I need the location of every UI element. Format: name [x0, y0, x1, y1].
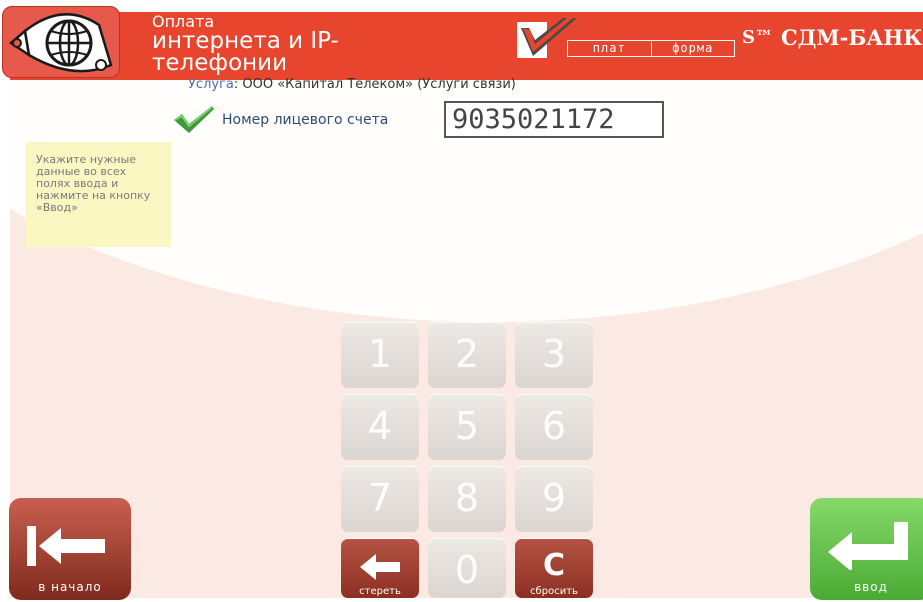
platforma-logo-text: плат форма — [567, 40, 735, 57]
page-title-line3: телефонии — [152, 50, 288, 76]
enter-button-label: ввод — [854, 580, 888, 594]
backspace-label: стереть — [359, 586, 401, 597]
account-number-label: Номер лицевого счета — [222, 112, 389, 128]
keypad-key-1[interactable]: 1 — [341, 322, 419, 388]
logo-word-right: форма — [672, 41, 714, 55]
back-to-start-icon — [27, 526, 105, 566]
page-title: Оплата интернета и IP- телефонии — [152, 14, 422, 84]
backspace-button[interactable]: стереть — [341, 538, 419, 598]
keypad-key-2[interactable]: 2 — [428, 322, 506, 388]
keypad-key-8[interactable]: 8 — [428, 466, 506, 532]
arrow-left-icon — [360, 554, 400, 580]
clear-symbol: C — [542, 548, 566, 583]
keypad-key-5[interactable]: 5 — [428, 394, 506, 460]
keypad-key-4[interactable]: 4 — [341, 394, 419, 460]
globe-icon — [8, 13, 113, 73]
home-button-label: в начало — [38, 580, 102, 594]
page-title-line2: интернета и IP- — [152, 28, 339, 54]
bank-logo: S™ СДМ-БАНК — [742, 25, 922, 50]
keypad-key-7[interactable]: 7 — [341, 466, 419, 532]
clear-label: сбросить — [530, 586, 578, 597]
logo-word-left: плат — [568, 41, 652, 56]
service-label: Услуга — [188, 77, 234, 92]
service-info: Услуга: ООО «Капитал Телеком» (Услуги св… — [188, 77, 516, 92]
keypad-key-6[interactable]: 6 — [515, 394, 593, 460]
enter-arrow-icon — [828, 522, 908, 570]
keypad-key-9[interactable]: 9 — [515, 466, 593, 532]
home-button[interactable]: в начало — [9, 498, 131, 600]
service-value: : ООО «Капитал Телеком» (Услуги связи) — [233, 77, 516, 92]
hint-box: Укажите нужные данные во всех полях ввод… — [26, 142, 171, 247]
clear-button[interactable]: C сбросить — [515, 538, 593, 598]
keypad-key-3[interactable]: 3 — [515, 322, 593, 388]
enter-button[interactable]: ввод — [810, 498, 923, 600]
bank-logo-name: СДМ-БАНК — [781, 25, 923, 50]
account-number-field[interactable]: 9035021172 — [444, 101, 664, 138]
bank-logo-symbol: S™ — [742, 27, 773, 48]
keypad-key-0[interactable]: 0 — [428, 538, 506, 598]
category-badge — [2, 6, 120, 78]
checkmark-icon — [174, 106, 214, 133]
